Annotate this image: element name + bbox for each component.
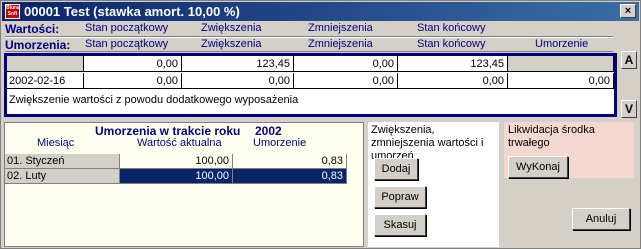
add-button[interactable]: Dodaj [374, 158, 418, 180]
table-row-selected[interactable]: 02. Luty 100,00 0,83 [5, 169, 347, 184]
values-header-row: Wartości: Stan początkowy Zwiększenia Zm… [5, 22, 615, 36]
execute-button[interactable]: WyKonaj [508, 156, 568, 178]
grid-cell[interactable]: 0,00 [294, 56, 398, 72]
grid-cell[interactable]: 0,00 [294, 73, 398, 89]
col-value-header: Wartość aktualna [137, 137, 222, 149]
liquidation-panel: Likwidacja środka trwałego WyKonaj [504, 122, 634, 178]
amortization-title: Umorzenia w trakcie roku [95, 124, 241, 138]
grid-cell[interactable]: 0,00 [398, 73, 508, 89]
month-cell: 02. Luty [5, 169, 120, 184]
operation-note: Zwiększenie wartości z powodu dodatkoweg… [9, 94, 299, 106]
changes-panel: Zwiększenia, zmniejszenia wartości i umo… [368, 122, 499, 247]
month-cell: 01. Styczeń [5, 154, 120, 169]
values-col-start: Stan początkowy [85, 22, 169, 34]
grid-cell[interactable] [508, 56, 614, 72]
amort-cell: 0,83 [233, 169, 347, 184]
amort-col-end: Stan końcowy [417, 38, 486, 50]
scroll-up-button[interactable]: A [621, 51, 637, 69]
table-row[interactable]: 01. Styczeń 100,00 0,83 [5, 154, 347, 169]
delete-button[interactable]: Skasuj [374, 214, 426, 236]
grid-cell[interactable]: 0,00 [508, 73, 614, 89]
amort-col-decrease: Zmniejszenia [308, 38, 373, 50]
col-amort-header: Umorzenie [253, 137, 307, 149]
close-button[interactable]: × [620, 4, 636, 18]
col-month-header: Miesiąc [37, 137, 75, 149]
cancel-button[interactable]: Anuluj [572, 208, 630, 230]
liquidation-header: Likwidacja środka trwałego [508, 124, 595, 149]
scroll-down-button[interactable]: V [621, 100, 637, 118]
amort-col-start: Stan początkowy [85, 38, 169, 50]
operations-grid: 0,00 123,45 0,00 123,45 2002-02-16 0,00 … [4, 53, 617, 117]
header-divider-bottom [5, 51, 613, 52]
grid-cell-date[interactable]: 2002-02-16 [7, 73, 84, 89]
grid-cell[interactable]: 0,00 [84, 73, 182, 89]
title-bar: Biura Soft 00001 Test (stawka amort. 10,… [2, 2, 639, 21]
values-col-decrease: Zmniejszenia [308, 22, 373, 34]
values-label: Wartości: [5, 22, 60, 36]
value-cell: 100,00 [120, 154, 233, 169]
amort-col-increase: Zwiększenia [201, 38, 262, 50]
amortization-panel: Umorzenia w trakcie roku 2002 Miesiąc Wa… [4, 122, 364, 247]
values-col-increase: Zwiększenia [201, 22, 262, 34]
window-title: 00001 Test (stawka amort. 10,00 %) [24, 4, 240, 19]
app-icon: Biura Soft [5, 4, 20, 19]
grid-cell[interactable]: 0,00 [182, 73, 294, 89]
asset-window: Biura Soft 00001 Test (stawka amort. 10,… [0, 0, 641, 249]
values-col-end: Stan końcowy [417, 22, 486, 34]
grid-cell[interactable]: 0,00 [84, 56, 182, 72]
grid-cell[interactable]: 123,45 [182, 56, 294, 72]
grid-cell[interactable]: 123,45 [398, 56, 508, 72]
amortization-year: 2002 [255, 124, 282, 138]
amort-label: Umorzenia: [5, 38, 71, 52]
grid-cell[interactable] [7, 56, 84, 72]
value-cell: 100,00 [120, 169, 233, 184]
amort-header-row: Umorzenia: Stan początkowy Zwiększenia Z… [5, 38, 615, 52]
edit-button[interactable]: Popraw [374, 186, 426, 208]
amort-col-amort: Umorzenie [535, 38, 589, 50]
amort-cell: 0,83 [233, 154, 347, 169]
